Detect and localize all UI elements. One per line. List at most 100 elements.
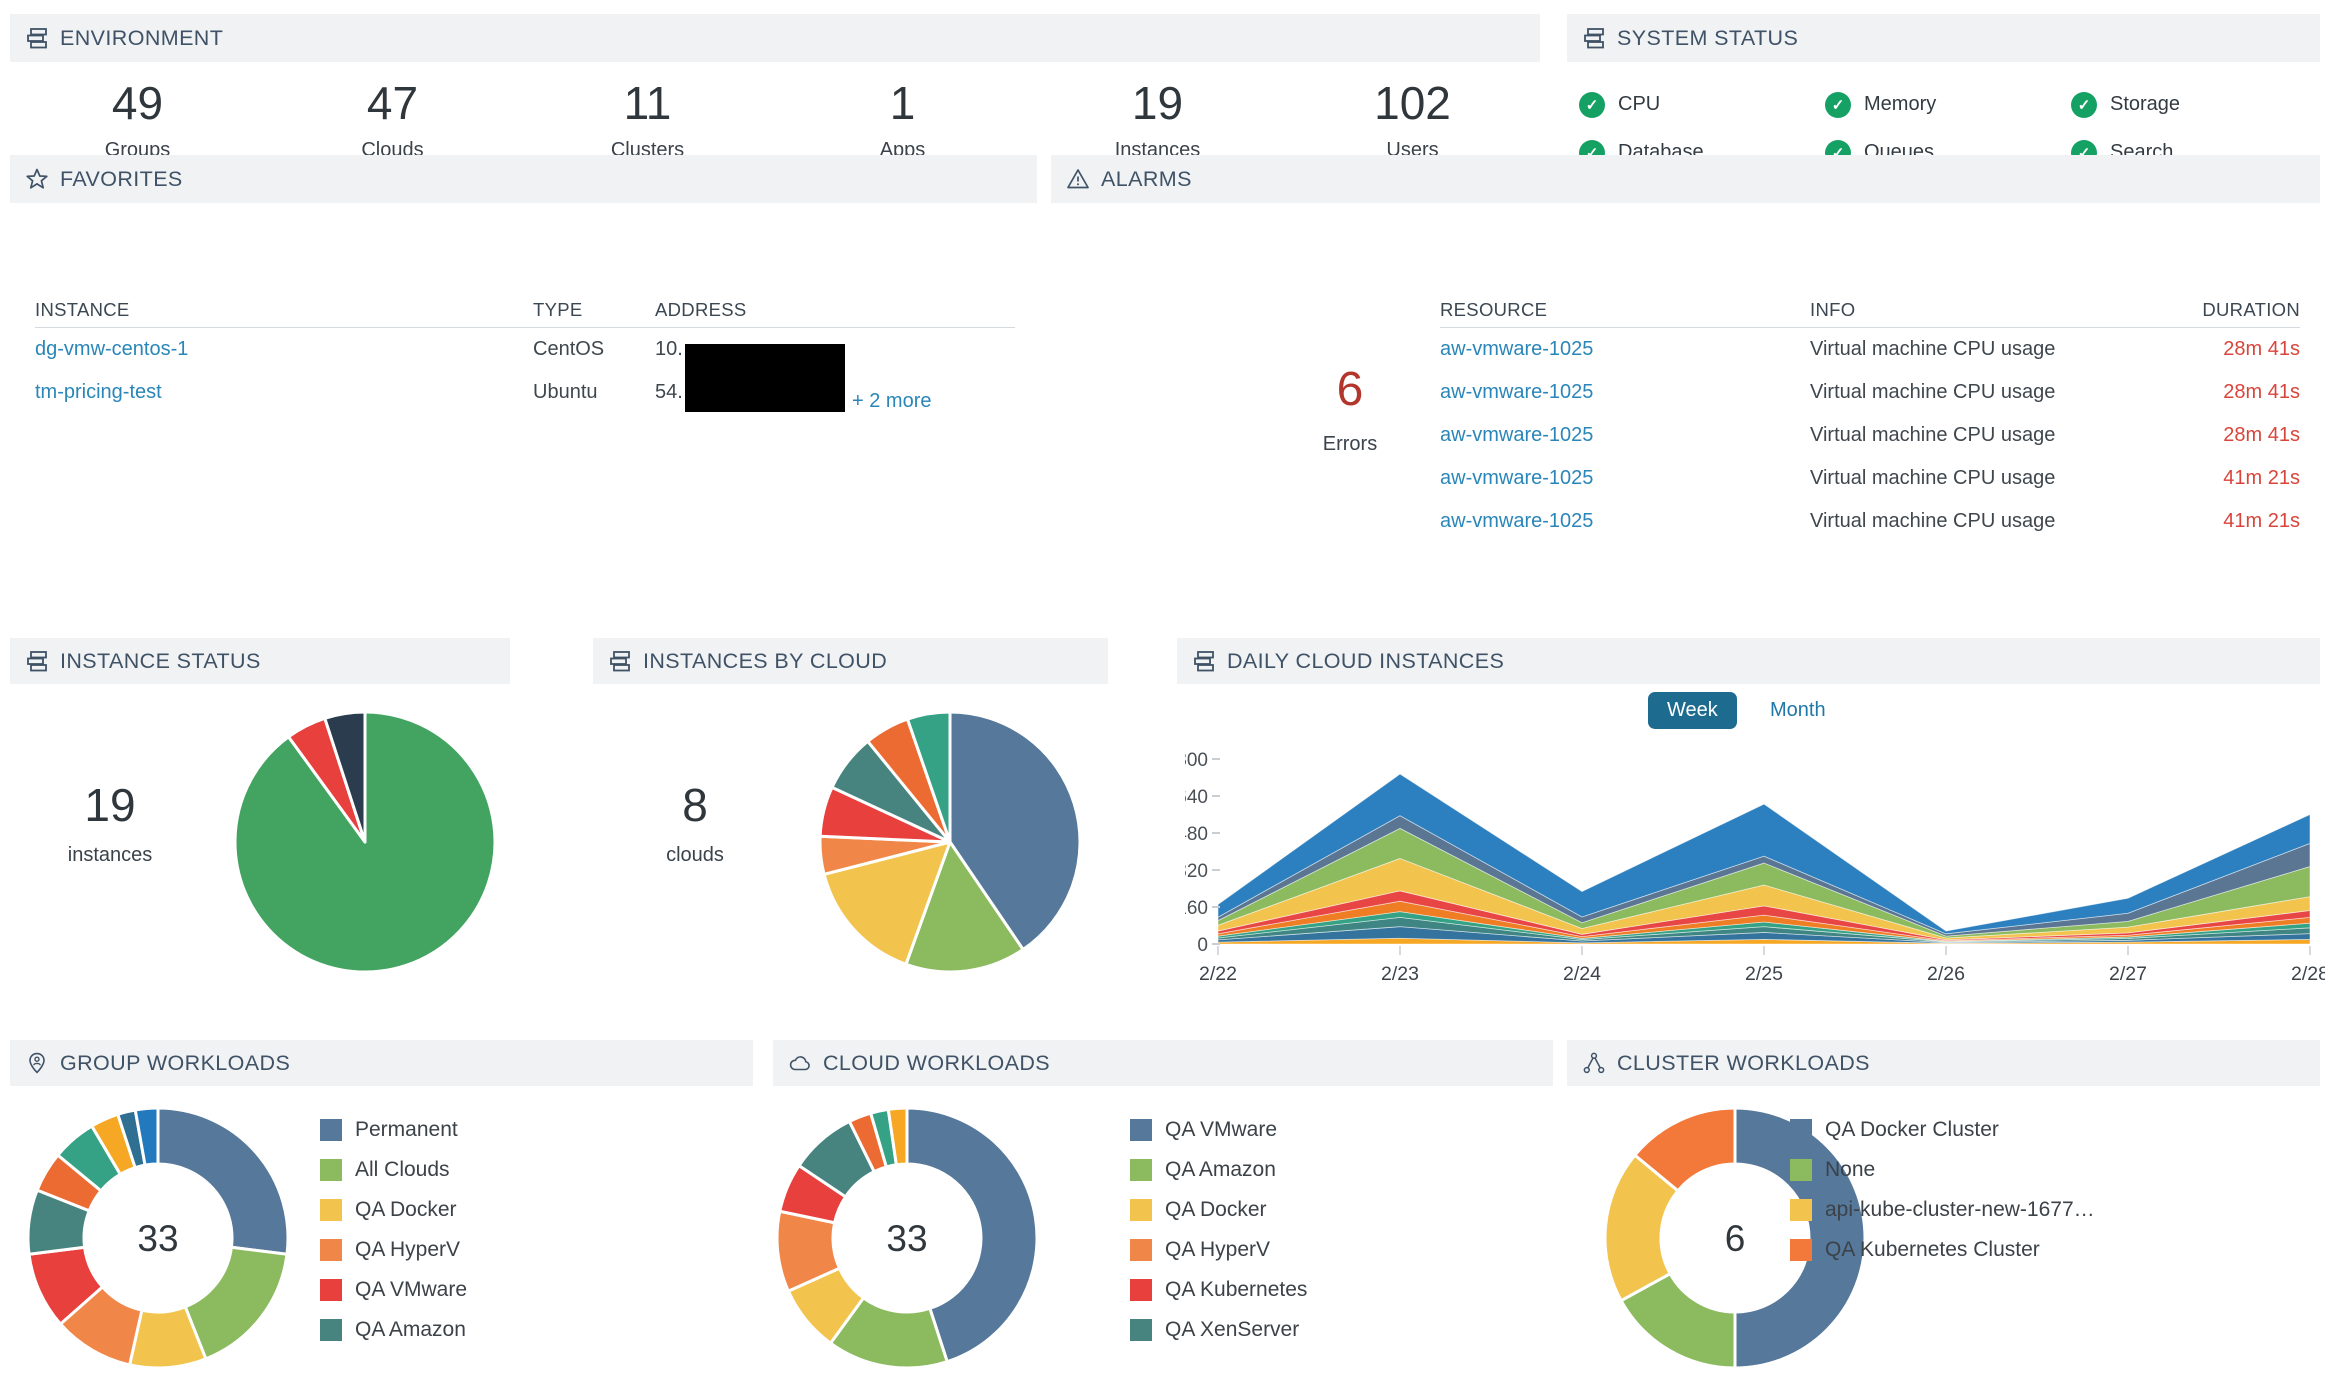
alarm-duration: 28m 41s bbox=[2150, 424, 2300, 447]
instance-link[interactable]: tm-pricing-test bbox=[35, 381, 162, 403]
stat-clusters: 11 Clusters bbox=[520, 78, 775, 162]
group-workloads-panel-header: GROUP WORKLOADS bbox=[10, 1040, 753, 1086]
svg-text:2/26: 2/26 bbox=[1927, 963, 1965, 985]
svg-text:33: 33 bbox=[886, 1218, 927, 1259]
daily-cloud-instances-area-chart: 01603204806408002/222/232/242/252/262/27… bbox=[1185, 742, 2325, 992]
svg-text:480: 480 bbox=[1185, 824, 1208, 845]
list-icon bbox=[1192, 649, 1216, 673]
stat-instances: 19 Instances bbox=[1030, 78, 1285, 162]
resource-link[interactable]: aw-vmware-1025 bbox=[1440, 510, 1593, 532]
environment-stats: 49 Groups 47 Clouds 11 Clusters 1 Apps 1… bbox=[10, 78, 1540, 162]
legend-swatch bbox=[1130, 1279, 1152, 1301]
panel-title: INSTANCES BY CLOUD bbox=[643, 649, 887, 674]
instances-by-cloud-count: 8 clouds bbox=[600, 778, 790, 867]
month-toggle-button[interactable]: Month bbox=[1770, 699, 1826, 722]
legend-item[interactable]: None bbox=[1790, 1150, 2095, 1190]
alarm-info: Virtual machine CPU usage bbox=[1810, 424, 2150, 447]
svg-text:2/24: 2/24 bbox=[1563, 963, 1601, 985]
resource-link[interactable]: aw-vmware-1025 bbox=[1440, 467, 1593, 489]
star-icon bbox=[25, 167, 49, 191]
svg-text:800: 800 bbox=[1185, 750, 1208, 771]
legend-swatch bbox=[320, 1319, 342, 1341]
legend-swatch bbox=[320, 1119, 342, 1141]
group-workloads-legend: Permanent All Clouds QA Docker QA HyperV… bbox=[320, 1110, 467, 1350]
legend-item[interactable]: Permanent bbox=[320, 1110, 467, 1150]
instances-by-cloud-pie-chart bbox=[810, 702, 1090, 982]
legend-item[interactable]: QA VMware bbox=[320, 1270, 467, 1310]
legend-item[interactable]: QA HyperV bbox=[320, 1230, 467, 1270]
resource-link[interactable]: aw-vmware-1025 bbox=[1440, 338, 1593, 360]
legend-swatch bbox=[320, 1239, 342, 1261]
legend-item[interactable]: QA VMware bbox=[1130, 1110, 1307, 1150]
more-addresses-link[interactable]: + 2 more bbox=[852, 390, 931, 413]
system-status-panel-header: SYSTEM STATUS bbox=[1567, 14, 2320, 62]
stat-groups: 49 Groups bbox=[10, 78, 265, 162]
list-icon bbox=[25, 26, 49, 50]
legend-item[interactable]: QA Docker bbox=[320, 1190, 467, 1230]
svg-text:0: 0 bbox=[1197, 935, 1208, 956]
legend-item[interactable]: QA Docker Cluster bbox=[1790, 1110, 2095, 1150]
alarm-info: Virtual machine CPU usage bbox=[1810, 338, 2150, 361]
table-row: aw-vmware-1025 Virtual machine CPU usage… bbox=[1440, 500, 2300, 543]
cluster-workloads-panel-header: CLUSTER WORKLOADS bbox=[1567, 1040, 2320, 1086]
check-circle-icon: ✓ bbox=[1825, 92, 1851, 118]
instances-by-cloud-panel-header: INSTANCES BY CLOUD bbox=[593, 638, 1108, 684]
error-label: Errors bbox=[1250, 433, 1450, 456]
legend-item[interactable]: All Clouds bbox=[320, 1150, 467, 1190]
instance-link[interactable]: dg-vmw-centos-1 bbox=[35, 338, 188, 360]
stat-clouds: 47 Clouds bbox=[265, 78, 520, 162]
list-icon bbox=[1582, 26, 1606, 50]
legend-item[interactable]: QA Amazon bbox=[320, 1310, 467, 1350]
legend-item[interactable]: QA HyperV bbox=[1130, 1230, 1307, 1270]
daily-cloud-instances-panel-header: DAILY CLOUD INSTANCES bbox=[1177, 638, 2320, 684]
cluster-nodes-icon bbox=[1582, 1051, 1606, 1075]
legend-swatch bbox=[1790, 1159, 1812, 1181]
check-circle-icon: ✓ bbox=[2071, 92, 2097, 118]
svg-text:6: 6 bbox=[1725, 1218, 1746, 1259]
alarm-info: Virtual machine CPU usage bbox=[1810, 467, 2150, 490]
week-toggle-button[interactable]: Week bbox=[1648, 692, 1737, 729]
dashboard: ENVIRONMENT 49 Groups 47 Clouds 11 Clust… bbox=[0, 0, 2330, 1394]
legend-swatch bbox=[1130, 1159, 1152, 1181]
legend-swatch bbox=[320, 1199, 342, 1221]
alarm-info: Virtual machine CPU usage bbox=[1810, 381, 2150, 404]
panel-title: CLOUD WORKLOADS bbox=[823, 1051, 1050, 1076]
panel-title: SYSTEM STATUS bbox=[1617, 26, 1798, 51]
table-row: aw-vmware-1025 Virtual machine CPU usage… bbox=[1440, 457, 2300, 500]
instance-type: Ubuntu bbox=[533, 381, 655, 404]
alarms-panel-header: ALARMS bbox=[1051, 155, 2320, 203]
legend-swatch bbox=[1790, 1119, 1812, 1141]
alarms-table-header: RESOURCE INFO DURATION bbox=[1440, 292, 2300, 328]
table-row: aw-vmware-1025 Virtual machine CPU usage… bbox=[1440, 371, 2300, 414]
alarm-duration: 41m 21s bbox=[2150, 467, 2300, 490]
svg-text:33: 33 bbox=[137, 1218, 178, 1259]
legend-swatch bbox=[1790, 1199, 1812, 1221]
legend-item[interactable]: QA Amazon bbox=[1130, 1150, 1307, 1190]
legend-item[interactable]: QA XenServer bbox=[1130, 1310, 1307, 1350]
panel-title: ENVIRONMENT bbox=[60, 26, 223, 51]
list-icon bbox=[608, 649, 632, 673]
svg-text:2/28: 2/28 bbox=[2291, 963, 2325, 985]
instance-status-count: 19 instances bbox=[15, 778, 205, 867]
legend-swatch bbox=[1130, 1239, 1152, 1261]
resource-link[interactable]: aw-vmware-1025 bbox=[1440, 424, 1593, 446]
favorites-panel-header: FAVORITES bbox=[10, 155, 1037, 203]
legend-item[interactable]: api-kube-cluster-new-1677… bbox=[1790, 1190, 2095, 1230]
legend-item[interactable]: QA Kubernetes bbox=[1130, 1270, 1307, 1310]
cloud-icon bbox=[788, 1051, 812, 1075]
legend-item[interactable]: QA Kubernetes Cluster bbox=[1790, 1230, 2095, 1270]
stat-users: 102 Users bbox=[1285, 78, 1540, 162]
resource-link[interactable]: aw-vmware-1025 bbox=[1440, 381, 1593, 403]
panel-title: FAVORITES bbox=[60, 167, 183, 192]
svg-text:2/22: 2/22 bbox=[1199, 963, 1237, 985]
table-row: aw-vmware-1025 Virtual machine CPU usage… bbox=[1440, 414, 2300, 457]
environment-panel-header: ENVIRONMENT bbox=[10, 14, 1540, 62]
instance-type: CentOS bbox=[533, 338, 655, 361]
legend-item[interactable]: QA Docker bbox=[1130, 1190, 1307, 1230]
status-cpu: ✓ CPU bbox=[1579, 88, 1825, 121]
status-memory: ✓ Memory bbox=[1825, 88, 2071, 121]
svg-text:2/27: 2/27 bbox=[2109, 963, 2147, 985]
panel-title: ALARMS bbox=[1101, 167, 1192, 192]
legend-swatch bbox=[320, 1279, 342, 1301]
legend-swatch bbox=[1130, 1319, 1152, 1341]
